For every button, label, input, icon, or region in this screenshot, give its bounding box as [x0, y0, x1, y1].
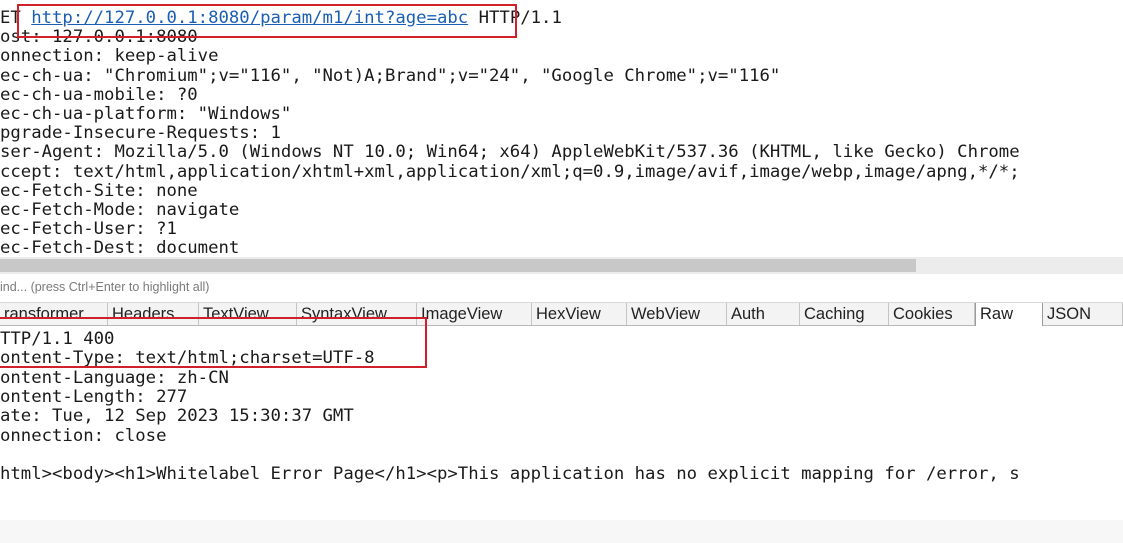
- request-header-line: ec-ch-ua-platform: "Windows": [0, 104, 292, 124]
- request-header-line: onnection: keep-alive: [0, 46, 219, 67]
- request-method: ET: [0, 8, 21, 28]
- find-placeholder: ind... (press Ctrl+Enter to highlight al…: [0, 280, 210, 294]
- request-url-link[interactable]: http://127.0.0.1:8080/param/m1/int?age=a…: [31, 8, 468, 28]
- response-line: ontent-Language: zh-CN: [0, 367, 229, 388]
- response-line: html><body><h1>Whitelabel Error Page</h1…: [0, 464, 1020, 485]
- tab-hexview[interactable]: HexView: [532, 303, 627, 325]
- request-hscrollbar[interactable]: [0, 257, 1123, 274]
- tab-headers[interactable]: Headers: [108, 303, 199, 325]
- tab-webview[interactable]: WebView: [627, 303, 727, 325]
- tab-textview[interactable]: TextView: [199, 303, 297, 325]
- tab-raw[interactable]: Raw: [975, 303, 1043, 326]
- top-tab-strip: [0, 0, 1123, 6]
- tab-caching[interactable]: Caching: [800, 303, 889, 325]
- response-line: ontent-Length: 277: [0, 386, 188, 407]
- response-raw-pane[interactable]: TTP/1.1 400 ontent-Type: text/html;charse…: [0, 328, 1123, 498]
- request-header-line: ec-ch-ua: "Chromium";v="116", "Not)A;Bra…: [0, 65, 781, 86]
- request-header-line: ec-ch-ua-mobile: ?0: [0, 84, 198, 105]
- request-raw-pane[interactable]: ET http://127.0.0.1:8080/param/m1/int?ag…: [0, 7, 1123, 258]
- tab-syntaxview[interactable]: SyntaxView: [297, 303, 417, 325]
- response-tab-bar: ransformer Headers TextView SyntaxView Image…: [0, 303, 1123, 326]
- request-header-line: ec-Fetch-Mode: navigate: [0, 200, 240, 220]
- tab-cookies[interactable]: Cookies: [889, 303, 975, 325]
- tab-imageview[interactable]: ImageView: [417, 303, 532, 325]
- response-line: ate: Tue, 12 Sep 2023 15:30:37 GMT: [0, 406, 354, 427]
- tab-ransformer[interactable]: ransformer: [0, 303, 108, 325]
- request-hscrollbar-thumb[interactable]: [0, 259, 916, 272]
- request-header-line: ec-Fetch-Dest: document: [0, 238, 240, 257]
- request-line: ET http://127.0.0.1:8080/param/m1/int?ag…: [0, 9, 562, 28]
- tab-auth[interactable]: Auth: [727, 303, 800, 325]
- request-header-line: ccept: text/html,application/xhtml+xml,a…: [0, 161, 1020, 182]
- request-header-line: ser-Agent: Mozilla/5.0 (Windows NT 10.0;…: [0, 142, 1020, 163]
- request-header-line: ec-Fetch-User: ?1: [0, 219, 177, 240]
- request-header-line: pgrade-Insecure-Requests: 1: [0, 123, 281, 144]
- request-header-line: ec-Fetch-Site: none: [0, 180, 198, 201]
- response-line: onnection: close: [0, 425, 167, 446]
- tab-json[interactable]: JSON: [1043, 303, 1123, 325]
- request-protocol: HTTP/1.1: [478, 8, 562, 28]
- find-box[interactable]: ind... (press Ctrl+Enter to highlight al…: [0, 276, 1123, 303]
- response-line: ontent-Type: text/html;charset=UTF-8: [0, 348, 375, 369]
- request-header-line: ost: 127.0.0.1:8080: [0, 27, 198, 48]
- response-line: TTP/1.1 400: [0, 329, 115, 349]
- bottom-area: [0, 520, 1123, 543]
